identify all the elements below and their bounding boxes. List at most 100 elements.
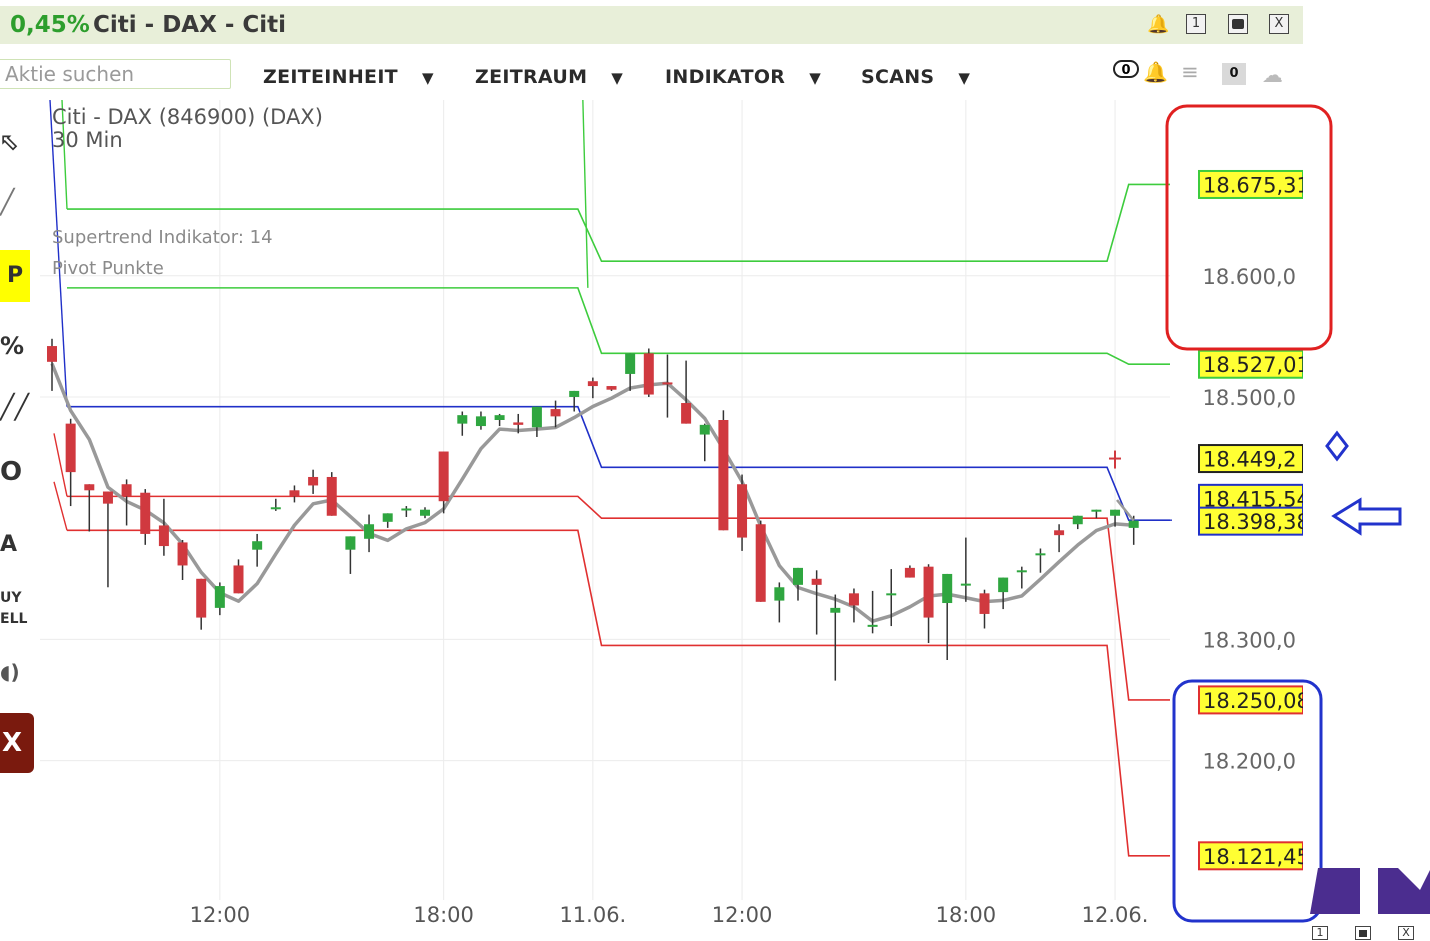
candle bbox=[364, 515, 374, 553]
close-tool-button[interactable]: X bbox=[0, 713, 34, 773]
legend-pivot: Pivot Punkte bbox=[52, 258, 164, 279]
candle-body bbox=[289, 490, 299, 496]
candle-body bbox=[607, 386, 617, 390]
candle-body bbox=[420, 510, 430, 516]
candle-body bbox=[122, 484, 132, 496]
price-label: 18.527,01 bbox=[1199, 351, 1310, 378]
line-tool-icon[interactable]: ╱ bbox=[0, 188, 14, 216]
candle bbox=[961, 538, 971, 602]
candle-body bbox=[140, 493, 150, 534]
legend-supertrend: Supertrend Indikator: 14 bbox=[52, 227, 273, 248]
candle bbox=[178, 540, 188, 580]
candle bbox=[383, 513, 393, 528]
candle-body bbox=[66, 424, 76, 472]
candle-body bbox=[830, 608, 840, 613]
candle-body bbox=[718, 420, 728, 530]
candle-body bbox=[457, 415, 467, 423]
speaker-icon[interactable]: ◖) bbox=[0, 660, 20, 684]
y-tick-label: 18.500,0 bbox=[1202, 386, 1296, 410]
candle bbox=[401, 506, 411, 517]
crosshair-icon[interactable]: ⬁ bbox=[0, 128, 20, 156]
x-tick-label: 12:00 bbox=[712, 903, 773, 927]
x-tick-label: 12.06. bbox=[1082, 903, 1149, 927]
left-toolbar: ⬁ ╱ P % ╱╱ O A UY ELL ◖) X bbox=[0, 100, 40, 800]
candle bbox=[66, 419, 76, 506]
bottom-button-1[interactable]: 1 bbox=[1312, 926, 1328, 940]
candle-body bbox=[774, 587, 784, 600]
draw-icon[interactable]: ╱╱ bbox=[0, 393, 29, 421]
candle bbox=[159, 499, 169, 556]
candle-body bbox=[495, 415, 505, 420]
candle-body bbox=[345, 536, 355, 549]
pivot-green-step bbox=[583, 100, 588, 288]
candle bbox=[607, 386, 617, 391]
candle-body bbox=[868, 625, 878, 627]
tool-sell[interactable]: ELL bbox=[0, 611, 27, 627]
candle-body bbox=[886, 593, 896, 595]
price-label-text: 18.398,38 bbox=[1203, 510, 1310, 534]
tool-o[interactable]: O bbox=[0, 457, 22, 487]
candle-body bbox=[737, 484, 747, 537]
candle bbox=[793, 568, 803, 601]
candle-body bbox=[271, 507, 281, 509]
candle bbox=[700, 424, 710, 462]
candle-body bbox=[961, 584, 971, 586]
candle bbox=[905, 565, 915, 577]
chart-grid bbox=[40, 100, 1170, 900]
candle bbox=[1017, 567, 1027, 589]
candle-body bbox=[812, 579, 822, 585]
candle bbox=[998, 578, 1008, 610]
bottom-button-restore[interactable] bbox=[1355, 926, 1371, 940]
candle bbox=[327, 472, 337, 516]
candle bbox=[924, 564, 934, 643]
candle-body bbox=[551, 409, 561, 416]
candle bbox=[234, 559, 244, 593]
candle-body bbox=[476, 416, 486, 426]
candle bbox=[868, 591, 878, 633]
candle-body bbox=[196, 579, 206, 618]
candle bbox=[812, 570, 822, 634]
price-labels: 18.675,3118.527,0118.449,218.415,5418.39… bbox=[1199, 95, 1430, 941]
y-tick-label: 18.200,0 bbox=[1202, 750, 1296, 774]
tool-a[interactable]: A bbox=[0, 532, 17, 557]
candle bbox=[196, 579, 206, 630]
price-label-text: 18.449,2 bbox=[1203, 448, 1297, 472]
candle-body bbox=[625, 353, 635, 374]
candle bbox=[681, 361, 691, 424]
candle-body bbox=[998, 578, 1008, 593]
candle-body bbox=[47, 346, 57, 362]
chart: 18.600,018.500,018.300,018.200,0 12:0018… bbox=[0, 0, 1430, 941]
candle bbox=[252, 534, 262, 567]
price-label-text: 18.675,31 bbox=[1203, 173, 1310, 197]
bottom-close-button[interactable]: X bbox=[1398, 926, 1414, 940]
candle bbox=[495, 414, 505, 426]
candle-body bbox=[1073, 516, 1083, 524]
price-label: 18.449,2 bbox=[1199, 445, 1303, 472]
candle-body bbox=[905, 568, 915, 578]
candle bbox=[457, 412, 467, 436]
candle-body bbox=[942, 574, 952, 603]
y-tick-label: 18.600,0 bbox=[1202, 265, 1296, 289]
candle-body bbox=[793, 568, 803, 585]
candle-body bbox=[1091, 510, 1101, 512]
candle bbox=[1054, 524, 1064, 552]
price-label: 18.121,45 bbox=[1199, 842, 1310, 869]
tool-p[interactable]: P bbox=[0, 250, 30, 302]
candle-body bbox=[980, 593, 990, 614]
candle-body bbox=[513, 422, 523, 424]
candle bbox=[47, 339, 57, 391]
candle-body bbox=[588, 381, 598, 386]
candle-body bbox=[1035, 553, 1045, 555]
price-label: 18.398,38 bbox=[1199, 508, 1310, 535]
candle-body bbox=[308, 477, 318, 485]
candle-body bbox=[756, 524, 766, 602]
chart-title: Citi - DAX (846900) (DAX) bbox=[52, 105, 323, 129]
tool-buy[interactable]: UY bbox=[0, 590, 22, 606]
price-label: 18.250,08 bbox=[1199, 686, 1310, 713]
x-tick-label: 12:00 bbox=[190, 903, 251, 927]
candle-body bbox=[849, 593, 859, 605]
price-label-text: 18.527,01 bbox=[1203, 353, 1310, 377]
candle bbox=[1035, 548, 1045, 572]
pivot-line-blue bbox=[67, 407, 1170, 520]
tool-percent[interactable]: % bbox=[0, 332, 24, 360]
